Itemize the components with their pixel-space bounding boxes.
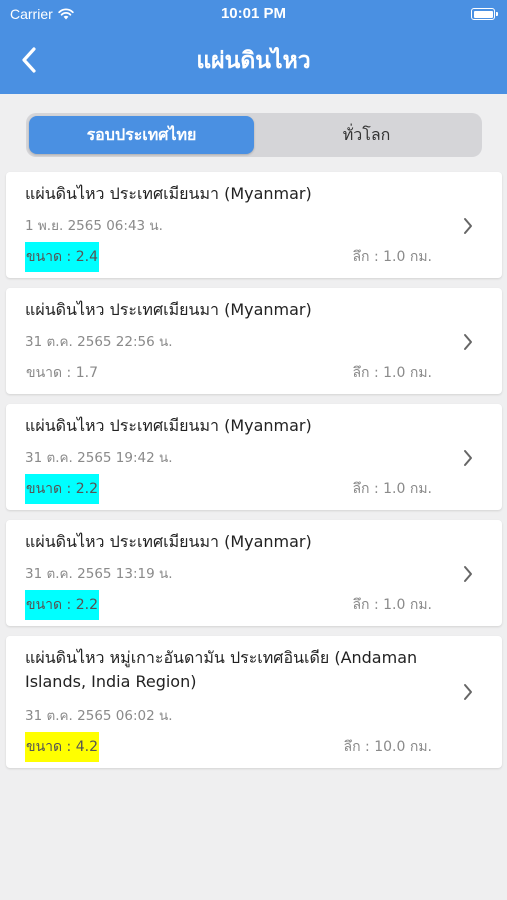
quake-title: แผ่นดินไหว หมู่เกาะอันดามัน ประเทศอินเดี… <box>25 648 418 691</box>
quake-depth: ลึก : 10.0 กม. <box>343 739 432 755</box>
nav-bar: แผ่นดินไหว <box>0 30 507 90</box>
chevron-right-icon <box>464 334 472 350</box>
quake-date: 31 ต.ค. 2565 22:56 น. <box>25 334 173 350</box>
quake-magnitude: ขนาด : 1.7 <box>26 365 98 381</box>
chevron-right-icon <box>464 450 472 466</box>
earthquake-card[interactable]: แผ่นดินไหว ประเทศเมียนมา (Myanmar) 31 ต.… <box>6 404 502 510</box>
quake-title: แผ่นดินไหว ประเทศเมียนมา (Myanmar) <box>25 184 312 203</box>
quake-title: แผ่นดินไหว ประเทศเมียนมา (Myanmar) <box>25 532 312 551</box>
quake-magnitude: ขนาด : 2.2 <box>25 474 99 504</box>
earthquake-card[interactable]: แผ่นดินไหว ประเทศเมียนมา (Myanmar) 31 ต.… <box>6 520 502 626</box>
quake-depth: ลึก : 1.0 กม. <box>352 481 432 497</box>
page-title: แผ่นดินไหว <box>196 48 311 74</box>
segment-world[interactable]: ทั่วโลก <box>254 116 479 154</box>
quake-magnitude: ขนาด : 4.2 <box>25 732 99 762</box>
chevron-right-icon <box>464 566 472 582</box>
quake-date: 31 ต.ค. 2565 19:42 น. <box>25 450 173 466</box>
quake-title: แผ่นดินไหว ประเทศเมียนมา (Myanmar) <box>25 416 312 435</box>
chevron-right-icon <box>464 218 472 234</box>
quake-depth: ลึก : 1.0 กม. <box>352 365 432 381</box>
earthquake-card[interactable]: แผ่นดินไหว ประเทศเมียนมา (Myanmar) 31 ต.… <box>6 288 502 394</box>
quake-title: แผ่นดินไหว ประเทศเมียนมา (Myanmar) <box>25 300 312 319</box>
quake-depth: ลึก : 1.0 กม. <box>352 249 432 265</box>
app-header: Carrier 10:01 PM แผ่นดินไหว <box>0 0 507 94</box>
earthquake-card[interactable]: แผ่นดินไหว หมู่เกาะอันดามัน ประเทศอินเดี… <box>6 636 502 768</box>
earthquake-card[interactable]: แผ่นดินไหว ประเทศเมียนมา (Myanmar) 1 พ.ย… <box>6 172 502 278</box>
battery-icon <box>471 8 498 20</box>
status-bar: Carrier 10:01 PM <box>0 0 507 28</box>
chevron-right-icon <box>464 684 472 700</box>
quake-date: 1 พ.ย. 2565 06:43 น. <box>25 218 163 234</box>
segment-thailand[interactable]: รอบประเทศไทย <box>29 116 254 154</box>
quake-depth: ลึก : 1.0 กม. <box>352 597 432 613</box>
quake-date: 31 ต.ค. 2565 06:02 น. <box>25 708 173 724</box>
quake-magnitude: ขนาด : 2.2 <box>25 590 99 620</box>
status-time: 10:01 PM <box>220 5 287 22</box>
quake-date: 31 ต.ค. 2565 13:19 น. <box>25 566 173 582</box>
region-segmented-control: รอบประเทศไทย ทั่วโลก <box>26 113 482 157</box>
quake-magnitude: ขนาด : 2.4 <box>25 242 99 272</box>
